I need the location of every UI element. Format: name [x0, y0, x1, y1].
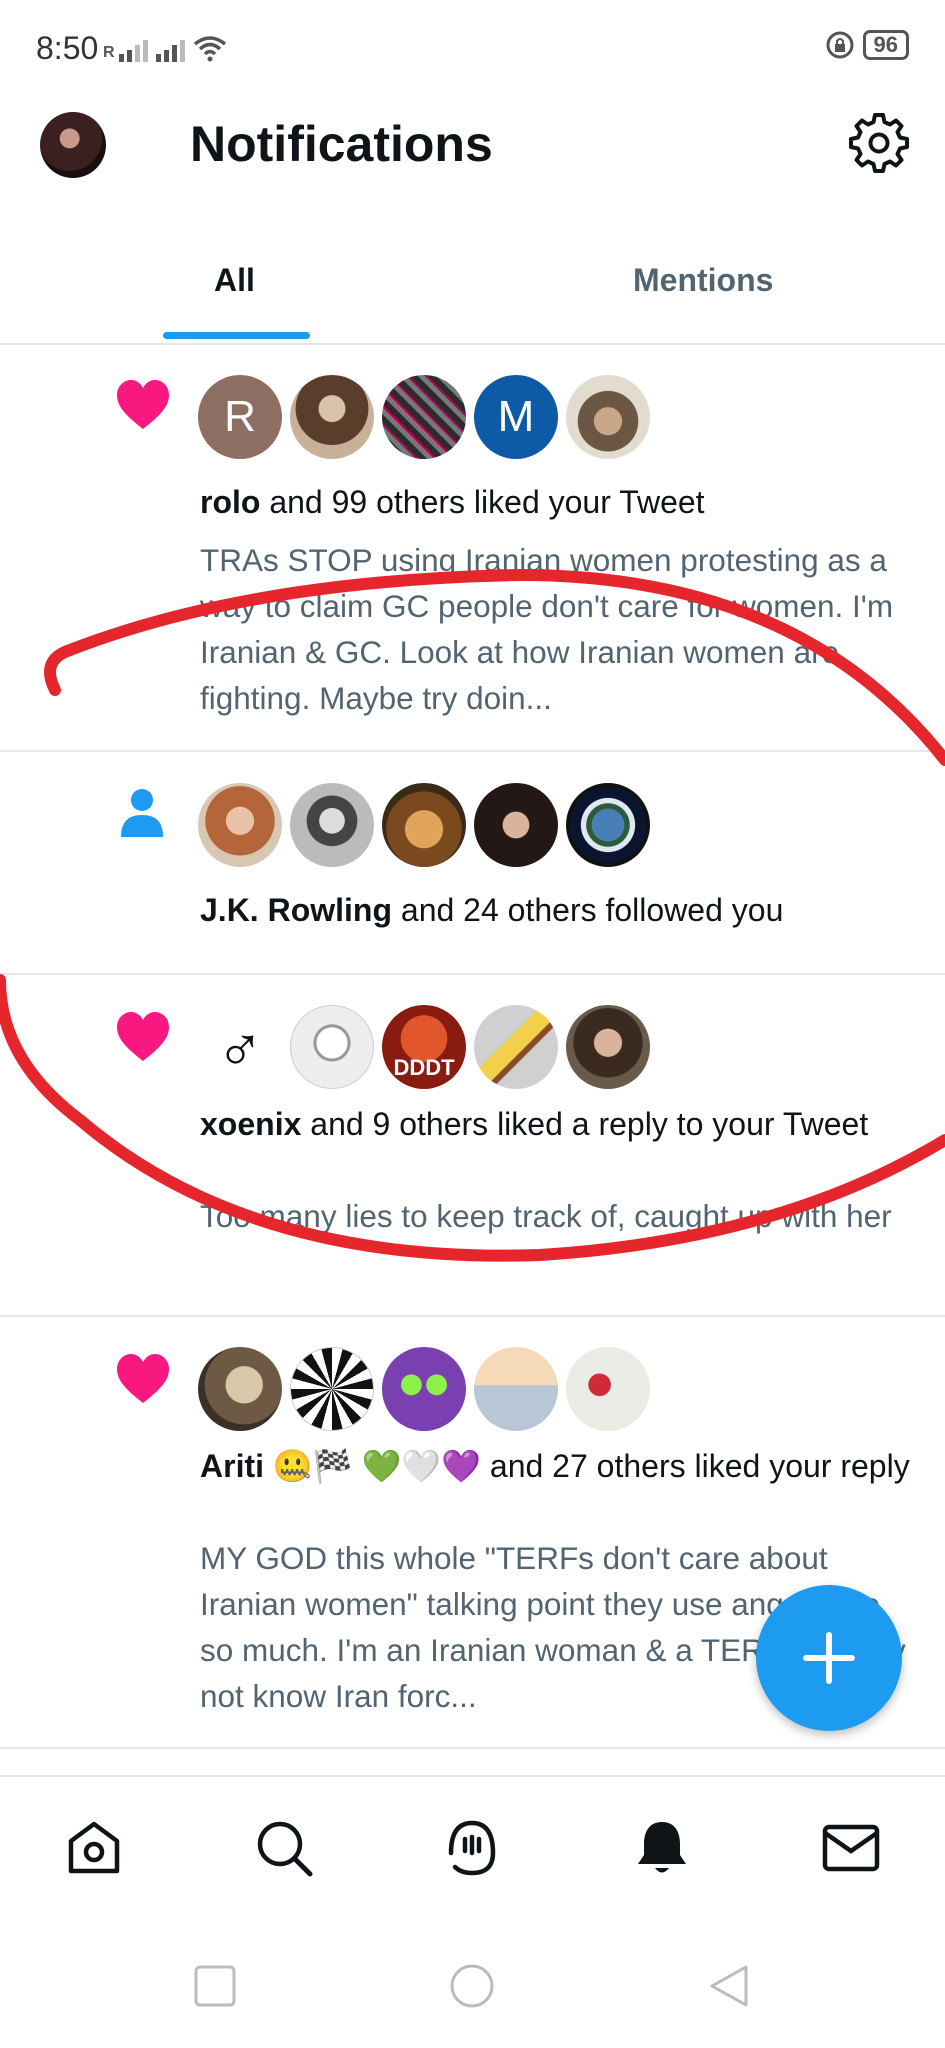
tweet-snippet: TRAs STOP using Iranian women protesting…	[200, 542, 894, 716]
avatar[interactable]	[290, 1347, 374, 1431]
avatar[interactable]	[198, 1347, 282, 1431]
person-icon	[121, 789, 163, 837]
home-circle-icon[interactable]	[449, 1963, 495, 2009]
notification-text: J.K. Rowling and 24 others followed you	[200, 887, 920, 933]
avatar-row	[198, 783, 650, 867]
status-bar: 8:50 R 96	[0, 0, 945, 100]
page-title: Notifications	[190, 116, 493, 172]
recent-apps-icon[interactable]	[192, 1963, 238, 2009]
tweet-snippet: Too many lies to keep track of, caught u…	[200, 1198, 892, 1234]
avatar[interactable]: R	[198, 375, 282, 459]
notifications-bell-icon[interactable]	[631, 1817, 693, 1879]
avatar[interactable]	[290, 1005, 374, 1089]
home-icon[interactable]	[63, 1817, 125, 1879]
actor-name[interactable]: J.K. Rowling	[200, 892, 392, 928]
heart-icon	[117, 1354, 169, 1403]
notification-item[interactable]: J.K. Rowling and 24 others followed you	[0, 751, 945, 975]
signal-icon-2	[155, 40, 185, 62]
avatar[interactable]	[382, 783, 466, 867]
signal-indicators: R	[103, 32, 227, 62]
search-icon[interactable]	[253, 1817, 315, 1879]
tab-mentions[interactable]: Mentions	[633, 262, 773, 299]
gear-icon[interactable]	[849, 113, 909, 173]
messages-icon[interactable]	[820, 1817, 882, 1879]
compose-button[interactable]	[756, 1585, 902, 1731]
notification-action: and 99 others liked your Tweet	[260, 484, 705, 520]
avatar[interactable]	[474, 783, 558, 867]
avatar[interactable]	[566, 375, 650, 459]
avatar-initial: M	[497, 392, 535, 441]
avatar[interactable]	[290, 375, 374, 459]
notification-action: and 24 others followed you	[392, 892, 784, 928]
actor-name[interactable]: rolo	[200, 484, 260, 520]
bottom-nav	[0, 1775, 945, 1927]
battery-indicator: 96	[862, 30, 909, 60]
tab-all[interactable]: All	[214, 262, 255, 299]
notification-text: Ariti 🤐🏁 💚🤍💜 and 27 others liked your re…	[200, 1443, 920, 1489]
notification-item[interactable]: R M rolo and 99 others liked your Tweet …	[0, 345, 945, 752]
notification-text: rolo and 99 others liked your Tweet	[200, 479, 920, 525]
avatar-row	[198, 1347, 650, 1431]
roaming-indicator: R	[103, 44, 115, 61]
actor-name[interactable]: Ariti 🤐🏁 💚🤍💜	[200, 1448, 481, 1484]
notification-action: and 27 others liked your reply	[481, 1448, 910, 1484]
heart-icon	[117, 380, 169, 429]
notification-item[interactable]: ♂ DDDT xoenix and 9 others liked a reply…	[0, 975, 945, 1317]
avatar[interactable]	[382, 1347, 466, 1431]
avatar[interactable]	[566, 1005, 650, 1089]
plus-icon	[803, 1632, 855, 1684]
status-right: 96	[825, 30, 909, 60]
avatar[interactable]	[474, 1005, 558, 1089]
wifi-icon	[193, 36, 226, 62]
signal-icon	[118, 40, 148, 62]
avatar-row: ♂ DDDT	[198, 1005, 650, 1089]
avatar[interactable]: M	[474, 375, 558, 459]
avatar[interactable]	[566, 783, 650, 867]
notification-action: and 9 others liked a reply to your Tweet	[301, 1106, 869, 1142]
heart-icon	[117, 1012, 169, 1061]
profile-avatar[interactable]	[40, 112, 106, 178]
tab-active-indicator	[163, 332, 310, 339]
avatar[interactable]	[382, 375, 466, 459]
avatar[interactable]	[566, 1347, 650, 1431]
male-symbol-icon: ♂	[216, 1011, 264, 1083]
avatar-row: R M	[198, 375, 650, 459]
system-nav-bar	[0, 1925, 945, 2048]
avatar[interactable]	[198, 783, 282, 867]
avatar[interactable]	[290, 783, 374, 867]
avatar[interactable]: ♂	[198, 1005, 282, 1089]
avatar[interactable]: DDDT	[382, 1005, 466, 1089]
avatar-initial: R	[224, 392, 256, 441]
spaces-icon[interactable]	[441, 1817, 503, 1879]
back-triangle-icon[interactable]	[706, 1963, 752, 2009]
avatar[interactable]	[474, 1347, 558, 1431]
notification-text: xoenix and 9 others liked a reply to you…	[200, 1101, 920, 1147]
avatar-caption: DDDT	[393, 1055, 455, 1080]
actor-name[interactable]: xoenix	[200, 1106, 301, 1142]
rotation-lock-icon	[826, 31, 854, 59]
status-time: 8:50	[36, 30, 99, 66]
tab-bar: All Mentions	[0, 240, 945, 345]
